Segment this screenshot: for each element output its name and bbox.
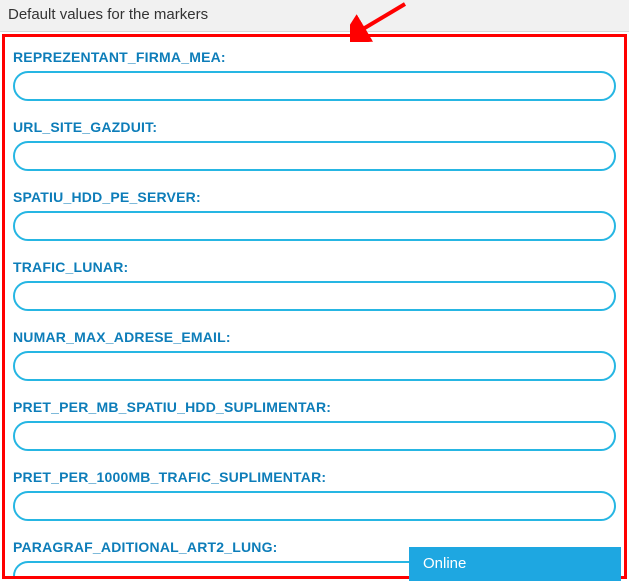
field-label: PRET_PER_1000MB_TRAFIC_SUPLIMENTAR: (13, 469, 616, 485)
field-input-url-site-gazduit[interactable] (13, 141, 616, 171)
field-input-pret-per-1000mb-trafic-suplimentar[interactable] (13, 491, 616, 521)
field-label: URL_SITE_GAZDUIT: (13, 119, 616, 135)
field-label: NUMAR_MAX_ADRESE_EMAIL: (13, 329, 616, 345)
chat-status-label: Online (423, 555, 466, 572)
field-input-numar-max-adrese-email[interactable] (13, 351, 616, 381)
field-group-spatiu-hdd-pe-server: SPATIU_HDD_PE_SERVER: (13, 189, 616, 241)
field-group-url-site-gazduit: URL_SITE_GAZDUIT: (13, 119, 616, 171)
field-group-reprezentant-firma-mea: REPREZENTANT_FIRMA_MEA: (13, 49, 616, 101)
field-label: PRET_PER_MB_SPATIU_HDD_SUPLIMENTAR: (13, 399, 616, 415)
chat-widget[interactable]: Online (409, 547, 621, 581)
field-input-reprezentant-firma-mea[interactable] (13, 71, 616, 101)
field-input-pret-per-mb-spatiu-hdd-suplimentar[interactable] (13, 421, 616, 451)
field-input-spatiu-hdd-pe-server[interactable] (13, 211, 616, 241)
field-group-numar-max-adrese-email: NUMAR_MAX_ADRESE_EMAIL: (13, 329, 616, 381)
panel-title: Default values for the markers (8, 6, 208, 23)
field-group-pret-per-1000mb-trafic-suplimentar: PRET_PER_1000MB_TRAFIC_SUPLIMENTAR: (13, 469, 616, 521)
markers-form-panel: REPREZENTANT_FIRMA_MEA: URL_SITE_GAZDUIT… (2, 34, 627, 579)
field-label: SPATIU_HDD_PE_SERVER: (13, 189, 616, 205)
field-group-pret-per-mb-spatiu-hdd-suplimentar: PRET_PER_MB_SPATIU_HDD_SUPLIMENTAR: (13, 399, 616, 451)
field-group-trafic-lunar: TRAFIC_LUNAR: (13, 259, 616, 311)
panel-header: Default values for the markers (0, 0, 629, 32)
field-label: TRAFIC_LUNAR: (13, 259, 616, 275)
field-input-trafic-lunar[interactable] (13, 281, 616, 311)
field-label: REPREZENTANT_FIRMA_MEA: (13, 49, 616, 65)
